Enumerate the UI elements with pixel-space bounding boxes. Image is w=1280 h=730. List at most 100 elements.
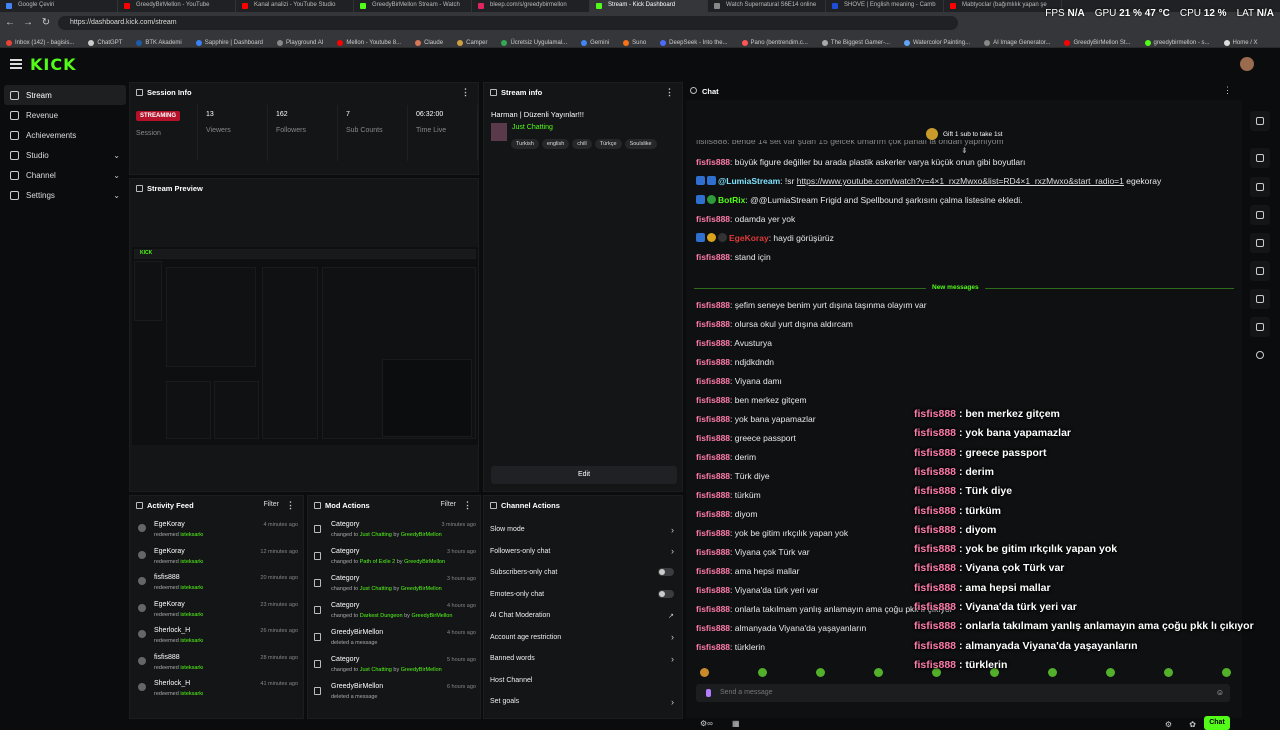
- stream-category[interactable]: Just Chatting: [512, 124, 553, 131]
- emote-icon[interactable]: [1222, 668, 1231, 677]
- sidebar-item-achievements[interactable]: Achievements: [4, 125, 126, 145]
- browser-tab[interactable]: Kanal analizi - YouTube Studio: [236, 0, 354, 12]
- chevron-down-icon[interactable]: ⌄: [113, 171, 120, 180]
- sidebar-item-channel[interactable]: Channel ⌄: [4, 165, 126, 185]
- sidebar-item-studio[interactable]: Studio ⌄: [4, 145, 126, 165]
- more-options-icon[interactable]: ⋮: [463, 500, 472, 511]
- sidebar-item-stream[interactable]: Stream: [4, 85, 126, 105]
- hamburger-menu-icon[interactable]: [10, 59, 22, 69]
- browser-tab[interactable]: Stream - Kick Dashboard: [590, 0, 708, 12]
- bookmark-item[interactable]: Inbox (142) - bagisis...: [6, 34, 74, 47]
- chevron-down-icon[interactable]: ⌄: [113, 191, 120, 200]
- list-item[interactable]: Sherlock_H redeemed isteksarkı 41 minutes …: [138, 677, 298, 703]
- pin-icon[interactable]: ⇟: [961, 146, 968, 155]
- channel-action-host-channel[interactable]: Host Channel: [486, 670, 680, 691]
- channel-action-followers-only-chat[interactable]: Followers-only chat ›: [486, 541, 680, 562]
- browser-tab[interactable]: Google Çeviri: [0, 0, 118, 12]
- settings-gear-icon[interactable]: ⚙: [1165, 720, 1172, 729]
- rail-close-icon[interactable]: [1250, 148, 1270, 168]
- user-avatar[interactable]: [1240, 57, 1254, 71]
- stream-tag[interactable]: Türkçe: [594, 139, 622, 149]
- reload-icon[interactable]: ↻: [40, 17, 52, 29]
- list-item[interactable]: Category changed to Darkest Dungeon by Gr…: [314, 599, 476, 626]
- channel-action-emotes-only-chat[interactable]: Emotes-only chat: [486, 584, 680, 605]
- more-options-icon[interactable]: ⋮: [665, 87, 674, 98]
- channel-action-subscribers-only-chat[interactable]: Subscribers-only chat: [486, 562, 680, 583]
- list-item[interactable]: GreedyBirMellon deleted a message 4 hours …: [314, 626, 476, 653]
- bookmark-item[interactable]: Claude: [415, 34, 443, 47]
- browser-tab[interactable]: GreedyBirMellon Stream - Watch: [354, 0, 472, 12]
- mic-icon[interactable]: [706, 689, 711, 697]
- list-item[interactable]: EgeKoray redeemed isteksarkı 23 minutes ag…: [138, 598, 298, 624]
- browser-tab[interactable]: GreedyBirMellon - YouTube: [118, 0, 236, 12]
- stream-tag[interactable]: Turkish: [511, 139, 539, 149]
- chat-message-input[interactable]: Send a message: [696, 684, 1230, 702]
- chat-username[interactable]: EgeKoray: [729, 233, 769, 243]
- bookmark-item[interactable]: GreedyBirMellon St...: [1064, 34, 1131, 47]
- rail-wrench-icon[interactable]: [1250, 317, 1270, 337]
- emoji-icon[interactable]: ☺: [1216, 688, 1224, 697]
- bookmark-item[interactable]: Ücretsiz Uygulamal...: [501, 34, 567, 47]
- bookmark-item[interactable]: Pano (bentrendim.c...: [741, 34, 808, 47]
- chat-username[interactable]: fisfis888: [696, 357, 730, 367]
- bookmark-item[interactable]: ChatGPT: [88, 34, 122, 47]
- chat-username[interactable]: fisfis888: [696, 300, 730, 310]
- bookmark-item[interactable]: DeepSeek - Into the...: [660, 34, 728, 47]
- list-item[interactable]: Category changed to Path of Exile 2 by Gr…: [314, 545, 476, 572]
- browser-tab[interactable]: bleep.com/s/greedybirmellon: [472, 0, 590, 12]
- emote-icon[interactable]: [758, 668, 767, 677]
- back-icon[interactable]: ←: [4, 17, 16, 29]
- gift-sub-banner[interactable]: Gift 1 sub to take 1st: [926, 128, 1003, 140]
- sidebar-item-revenue[interactable]: Revenue: [4, 105, 126, 125]
- emote-icon[interactable]: [816, 668, 825, 677]
- list-item[interactable]: Sherlock_H redeemed isteksarkı 26 minutes …: [138, 624, 298, 650]
- chat-username[interactable]: fisfis888: [696, 214, 730, 224]
- edit-stream-button[interactable]: Edit: [491, 466, 677, 484]
- browser-tab[interactable]: Watch Supernatural S6E14 online: [708, 0, 826, 12]
- chat-username[interactable]: fisfis888: [696, 157, 730, 167]
- list-item[interactable]: Category changed to Just Chatting by Gree…: [314, 653, 476, 680]
- chat-username[interactable]: fisfis888: [696, 490, 730, 500]
- list-item[interactable]: fisfis888 redeemed isteksarkı 20 minutes a…: [138, 571, 298, 597]
- browser-tab[interactable]: SHOVE | English meaning - Camb: [826, 0, 944, 12]
- list-item[interactable]: GreedyBirMellon deleted a message 6 hours …: [314, 680, 476, 707]
- chat-username[interactable]: fisfis888: [696, 509, 730, 519]
- emote-icon[interactable]: [874, 668, 883, 677]
- chat-username[interactable]: fisfis888: [696, 414, 730, 424]
- chat-username[interactable]: BotRix: [718, 195, 745, 205]
- bookmark-item[interactable]: greedybirmellon - s...: [1144, 34, 1210, 47]
- chat-username[interactable]: fisfis888: [696, 452, 730, 462]
- forward-icon[interactable]: →: [22, 17, 34, 29]
- chat-username[interactable]: fisfis888: [696, 528, 730, 538]
- emote-icon[interactable]: [700, 668, 709, 677]
- stream-tag[interactable]: Soulslike: [624, 139, 657, 149]
- stream-tag[interactable]: english: [541, 139, 570, 149]
- chat-username[interactable]: fisfis888: [696, 471, 730, 481]
- list-item[interactable]: Category changed to Just Chatting by Gree…: [314, 518, 476, 545]
- emote-icon[interactable]: [1106, 668, 1115, 677]
- activity-filter-button[interactable]: Filter: [263, 501, 279, 508]
- rail-trash-icon[interactable]: [1250, 205, 1270, 225]
- chat-link[interactable]: https://www.youtube.com/watch?v=4×1_rxzM…: [797, 176, 1124, 186]
- bookmark-item[interactable]: Suno: [623, 34, 646, 47]
- calendar-icon[interactable]: ▦: [732, 719, 740, 728]
- chat-username[interactable]: fisfis888: [696, 433, 730, 443]
- chat-options-icon[interactable]: ⋮: [1223, 85, 1232, 96]
- chat-users-icon[interactable]: ✿: [1189, 720, 1196, 729]
- bookmark-item[interactable]: Watercolor Painting...: [903, 34, 970, 47]
- bookmark-item[interactable]: Camper: [457, 34, 487, 47]
- channel-action-slow-mode[interactable]: Slow mode ›: [486, 519, 680, 540]
- channel-action-banned-words[interactable]: Banned words ›: [486, 648, 680, 669]
- rail-edit-icon[interactable]: [1250, 111, 1270, 131]
- bookmark-item[interactable]: Sapphire | Dashboard: [195, 34, 263, 47]
- chat-username[interactable]: @LumiaStream: [718, 176, 780, 186]
- toggle-switch[interactable]: [658, 568, 674, 576]
- list-item[interactable]: EgeKoray redeemed isteksarkı 12 minutes ag…: [138, 545, 298, 571]
- bookmark-item[interactable]: Gemini: [581, 34, 609, 47]
- channel-action-account-age-restriction[interactable]: Account age restriction ›: [486, 627, 680, 648]
- chat-username[interactable]: fisfis888: [696, 395, 730, 405]
- rail-share-icon[interactable]: [1250, 345, 1270, 365]
- stream-tag[interactable]: chill: [572, 139, 592, 149]
- send-chat-button[interactable]: Chat: [1204, 716, 1230, 730]
- bookmark-item[interactable]: BTK Akademi: [136, 34, 182, 47]
